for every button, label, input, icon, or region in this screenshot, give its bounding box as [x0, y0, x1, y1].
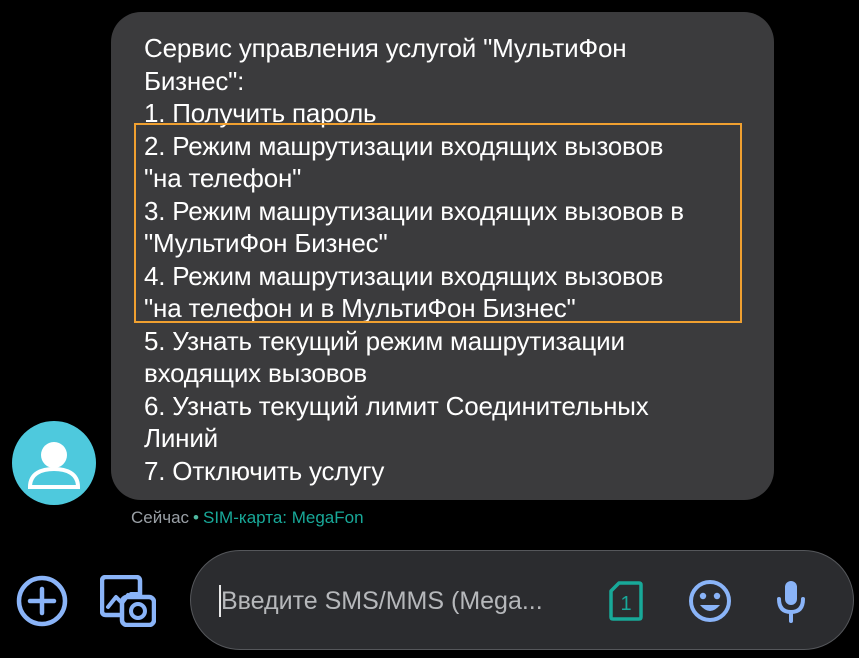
message-line: 3. Режим машрутизации входящих вызовов в: [144, 195, 684, 226]
message-time: Сейчас: [131, 508, 190, 527]
message-line: 6. Узнать текущий лимит Соединительных: [144, 390, 649, 421]
gallery-button[interactable]: [99, 574, 157, 628]
message-text: Сервис управления услугой "МультиФон Биз…: [144, 32, 764, 487]
message-line: 2. Режим машрутизации входящих вызовов: [144, 130, 664, 161]
message-line: 5. Узнать текущий режим машрутизации: [144, 325, 625, 356]
emoji-button[interactable]: [688, 579, 732, 623]
message-line: 1. Получить пароль: [144, 98, 377, 128]
sim-card-icon: 1: [609, 581, 643, 621]
message-bubble[interactable]: Сервис управления услугой "МультиФон Биз…: [111, 12, 774, 500]
person-icon: [27, 442, 81, 489]
message-line: 7. Отключить услугу: [144, 455, 385, 486]
message-line: "на телефон": [144, 163, 302, 193]
message-line: Линий: [144, 423, 218, 453]
message-input[interactable]: [221, 584, 591, 618]
message-line: Сервис управления услугой "МультиФон: [144, 33, 627, 63]
gallery-camera-icon: [99, 574, 157, 628]
message-line: Бизнес":: [144, 65, 245, 96]
message-line: 4. Режим машрутизации входящих вызовов: [144, 260, 664, 291]
conversation-screen: Сервис управления услугой "МультиФон Биз…: [0, 0, 859, 658]
compose-bar: 1: [190, 550, 854, 650]
message-line: "на телефон и в МультиФон Бизнес": [144, 293, 576, 323]
plus-circle-icon: [16, 575, 68, 627]
emoji-icon: [689, 580, 731, 622]
sim-label: SIM-карта: MegaFon: [203, 508, 364, 527]
add-attachment-button[interactable]: [15, 574, 69, 628]
sim-number: 1: [620, 593, 631, 615]
message-line: входящих вызовов: [144, 358, 367, 388]
voice-input-button[interactable]: [775, 579, 807, 623]
sim-selector-button[interactable]: 1: [609, 581, 643, 621]
microphone-icon: [777, 581, 805, 623]
meta-separator: •: [193, 508, 199, 527]
message-line: "МультиФон Бизнес": [144, 228, 388, 258]
message-meta: Сейчас • SIM-карта: MegaFon: [131, 508, 364, 528]
contact-avatar[interactable]: [12, 421, 96, 505]
